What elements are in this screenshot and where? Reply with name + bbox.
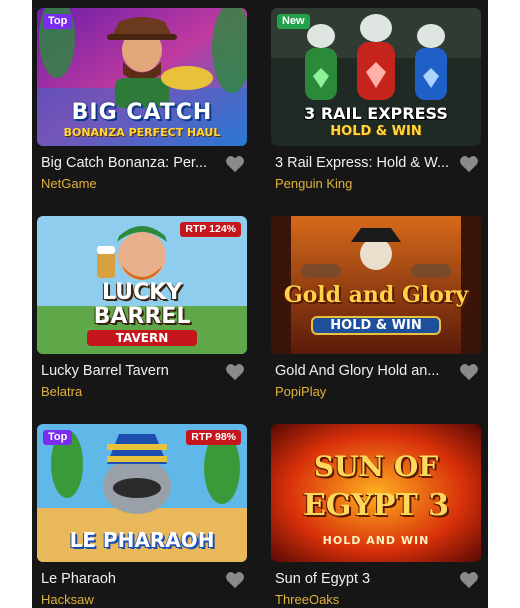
- game-title[interactable]: Sun of Egypt 3: [275, 571, 455, 587]
- heart-icon[interactable]: [225, 155, 245, 173]
- game-title[interactable]: 3 Rail Express: Hold & W...: [275, 155, 455, 171]
- game-title[interactable]: Lucky Barrel Tavern: [41, 363, 221, 379]
- rtp-badge: RTP 124%: [180, 222, 241, 237]
- game-grid: BIG CATCH BONANZA PERFECT HAUL Top Big C…: [32, 0, 488, 608]
- game-thumbnail[interactable]: Gold and Glory HOLD & WIN: [271, 216, 481, 354]
- heart-icon[interactable]: [225, 363, 245, 381]
- game-thumbnail[interactable]: SUN OF EGYPT 3 HOLD AND WIN: [271, 424, 481, 562]
- game-logo-subtext: BARREL: [93, 304, 191, 329]
- game-logo-text: BIG CATCH: [71, 100, 213, 125]
- game-provider[interactable]: Penguin King: [275, 176, 455, 191]
- game-provider[interactable]: Belatra: [41, 384, 221, 399]
- game-logo-text: SUN OF: [313, 450, 439, 483]
- game-card[interactable]: SUN OF EGYPT 3 HOLD AND WIN Sun of Egypt…: [271, 424, 481, 607]
- game-provider[interactable]: PopiPlay: [275, 384, 455, 399]
- heart-icon[interactable]: [459, 571, 479, 589]
- top-badge: Top: [43, 430, 73, 445]
- game-logo-text: Gold and Glory: [283, 282, 469, 308]
- game-title[interactable]: Gold And Glory Hold an...: [275, 363, 455, 379]
- game-card[interactable]: LE PHARAOH Top RTP 98% Le Pharaoh Hacksa…: [37, 424, 247, 607]
- new-badge: New: [277, 14, 310, 29]
- game-card[interactable]: Gold and Glory HOLD & WIN Gold And Glory…: [271, 216, 481, 399]
- game-logo-ribbon: TAVERN: [87, 330, 197, 346]
- game-thumbnail[interactable]: LE PHARAOH Top RTP 98%: [37, 424, 247, 562]
- game-logo-subtext: EGYPT 3: [302, 488, 450, 523]
- game-thumbnail[interactable]: BIG CATCH BONANZA PERFECT HAUL Top: [37, 8, 247, 146]
- game-provider[interactable]: Hacksaw: [41, 592, 221, 607]
- game-thumbnail[interactable]: 3 RAIL EXPRESS HOLD & WIN New: [271, 8, 481, 146]
- game-card[interactable]: BIG CATCH BONANZA PERFECT HAUL Top Big C…: [37, 8, 247, 191]
- game-card[interactable]: 3 RAIL EXPRESS HOLD & WIN New 3 Rail Exp…: [271, 8, 481, 191]
- top-badge: Top: [43, 14, 73, 29]
- game-title[interactable]: Le Pharaoh: [41, 571, 221, 587]
- rtp-badge: RTP 98%: [186, 430, 241, 445]
- game-provider[interactable]: ThreeOaks: [275, 592, 455, 607]
- game-logo-subtext: BONANZA PERFECT HAUL: [63, 126, 221, 139]
- game-logo-subtext: HOLD & WIN: [311, 316, 441, 335]
- game-provider[interactable]: NetGame: [41, 176, 221, 191]
- heart-icon[interactable]: [459, 363, 479, 381]
- game-logo-tagline: HOLD AND WIN: [322, 534, 430, 547]
- game-card[interactable]: LUCKY BARREL TAVERN RTP 124% Lucky Barre…: [37, 216, 247, 399]
- game-logo-text: LE PHARAOH: [69, 528, 215, 552]
- heart-icon[interactable]: [225, 571, 245, 589]
- heart-icon[interactable]: [459, 155, 479, 173]
- game-logo-subtext: HOLD & WIN: [330, 124, 422, 139]
- game-thumbnail[interactable]: LUCKY BARREL TAVERN RTP 124%: [37, 216, 247, 354]
- game-logo-text: LUCKY: [101, 280, 183, 305]
- game-title[interactable]: Big Catch Bonanza: Per...: [41, 155, 221, 171]
- game-logo-text: 3 RAIL EXPRESS: [304, 104, 448, 123]
